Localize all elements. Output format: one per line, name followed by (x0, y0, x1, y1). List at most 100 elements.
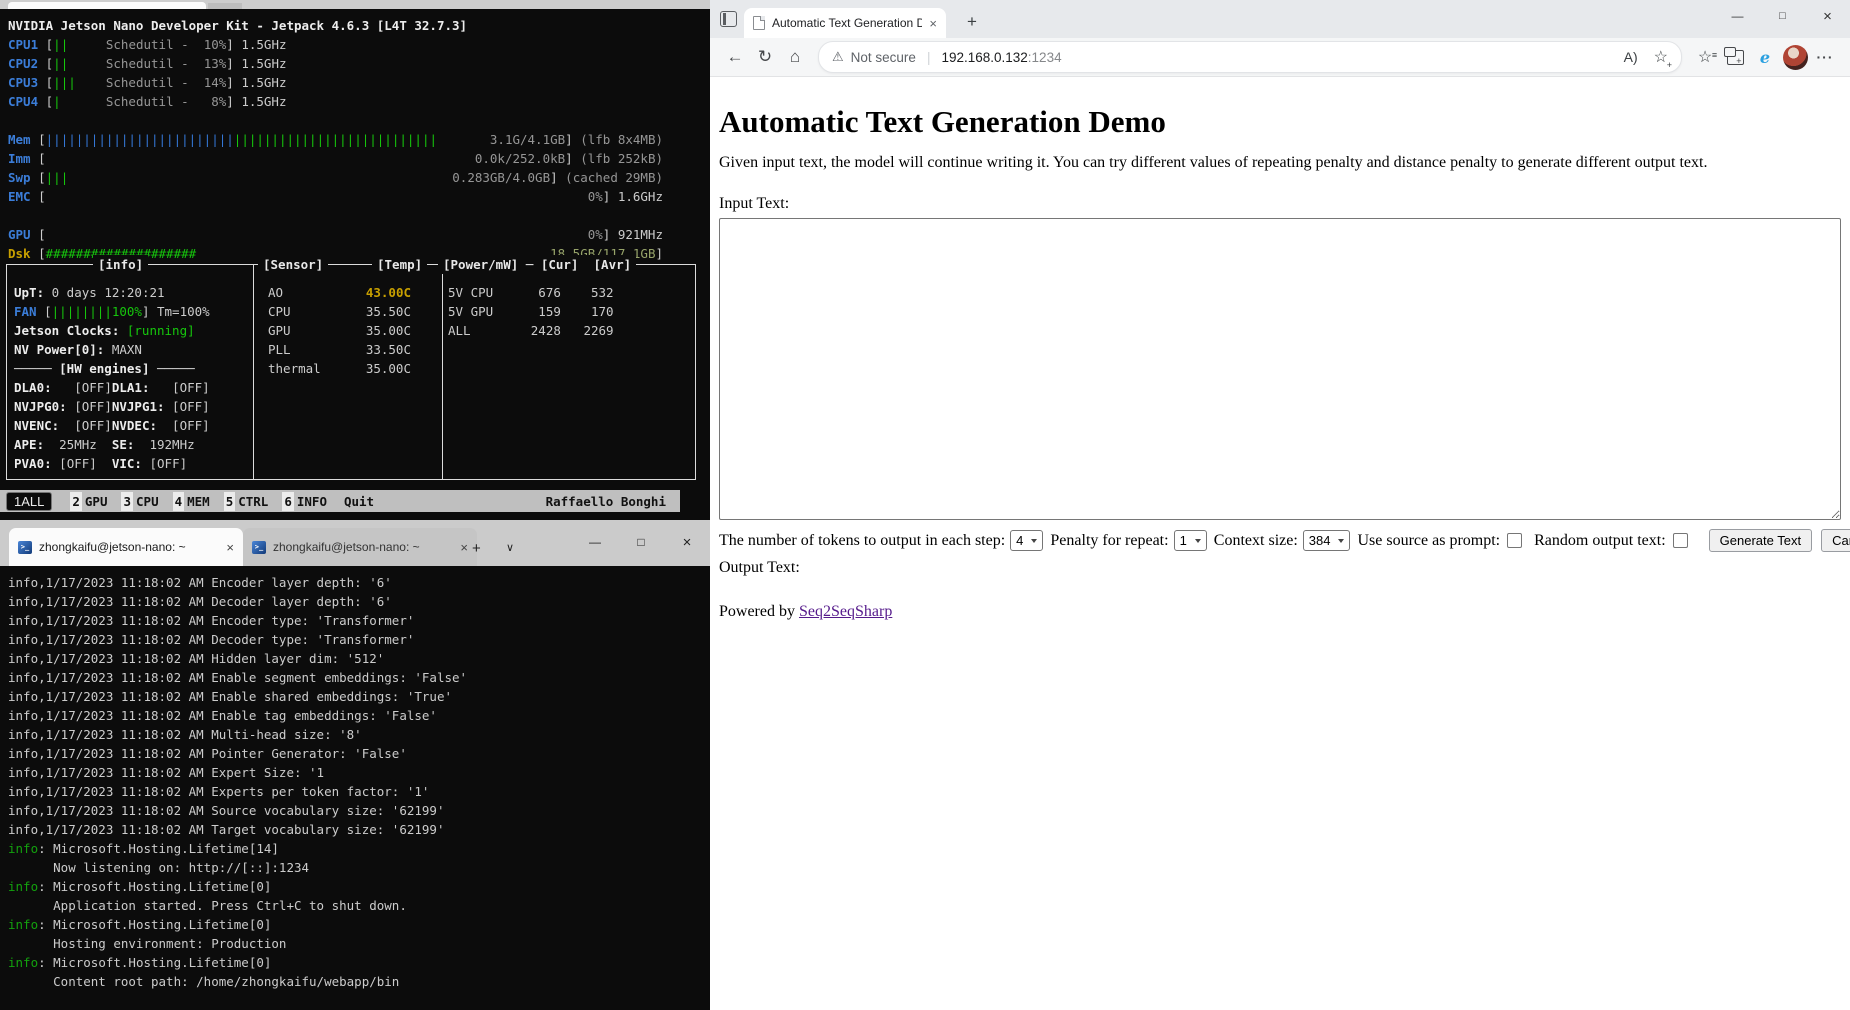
jtop-box-info: UpT: 0 days 12:20:21FAN [||||||||100%] T… (14, 283, 210, 473)
jtop-box-row: DLA0: [OFF]DLA1: [OFF] (14, 378, 210, 397)
terminal-tab[interactable]: >_zhongkaifu@jetson-nano: ~× (9, 528, 243, 566)
jtop-menu-all[interactable]: 1ALL (6, 492, 52, 511)
jtop-box-row: GPU 35.00C (268, 321, 411, 340)
controls-row: The number of tokens to output in each s… (719, 529, 1841, 552)
log-line: info,1/17/2023 11:18:02 AM Decoder layer… (8, 592, 710, 611)
read-aloud-icon[interactable]: A) (1624, 49, 1638, 65)
tab-title: zhongkaifu@jetson-nano: ~ (273, 540, 453, 554)
source-prompt-label: Use source as prompt: (1357, 532, 1500, 550)
jtop-menu-gpu[interactable]: 2GPU (70, 492, 110, 511)
warning-icon: ⚠ (832, 49, 844, 65)
new-tab-button[interactable]: + (958, 8, 986, 36)
log-line: Application started. Press Ctrl+C to shu… (8, 896, 710, 915)
log-line: info: Microsoft.Hosting.Lifetime[0] (8, 915, 710, 934)
jtop-menu-ctrl[interactable]: 5CTRL (224, 492, 272, 511)
jtop-menu-quit[interactable]: Quit (341, 492, 377, 511)
close-button[interactable]: × (1805, 0, 1850, 32)
seq2seqsharp-link[interactable]: Seq2SeqSharp (799, 603, 892, 620)
address-separator: | (927, 50, 931, 65)
log-line: info,1/17/2023 11:18:02 AM Target vocabu… (8, 820, 710, 839)
jtop-line: EMC [0%] 1.6GHz (8, 187, 710, 206)
jtop-line: CPU1 [|| Schedutil - 10%] 1.5GHz (8, 35, 710, 54)
log-line: info: Microsoft.Hosting.Lifetime[14] (8, 839, 710, 858)
jtop-menu-cpu[interactable]: 3CPU (121, 492, 161, 511)
maximize-button[interactable]: □ (618, 520, 664, 564)
temp-col-title: [Temp] (372, 255, 427, 274)
jtop-menu-info[interactable]: 6INFO (282, 492, 330, 511)
jtop-menu-bar: 1ALL 2GPU 3CPU 4MEM 5CTRL 6INFO Quit Raffaello… (0, 490, 680, 512)
jtop-box-row: ───── [HW engines] ───── (14, 359, 210, 378)
log-line: Now listening on: http://[::]:1234 (8, 858, 710, 877)
jtop-line: NVIDIA Jetson Nano Developer Kit - Jetpa… (8, 16, 710, 35)
tab-title: zhongkaifu@jetson-nano: ~ (39, 540, 219, 554)
jtop-box-row: AO 43.00C (268, 283, 411, 302)
browser-tab-strip: Automatic Text Generation Demo × + — □ × (710, 0, 1850, 38)
input-text-label: Input Text: (719, 195, 1841, 213)
back-icon[interactable]: ← (720, 42, 750, 72)
maximize-button[interactable]: □ (1760, 0, 1805, 32)
terminal-tabs: >_zhongkaifu@jetson-nano: ~×>_zhongkaifu… (9, 528, 477, 566)
profile-avatar[interactable] (1780, 42, 1810, 72)
jtop-line (8, 206, 710, 225)
tab-title: Automatic Text Generation Demo (772, 16, 922, 30)
jtop-box-row: ALL 2428 2269 (448, 321, 614, 340)
minimize-button[interactable]: — (1715, 0, 1760, 32)
penalty-select[interactable]: 1 (1174, 530, 1207, 551)
log-line: Hosting environment: Production (8, 934, 710, 953)
output-text-label: Output Text: (719, 559, 1841, 577)
jtop-author: Raffaello Bonghi (546, 494, 666, 509)
jtop-menu-items: 1ALL 2GPU 3CPU 4MEM 5CTRL 6INFO Quit (0, 492, 377, 511)
tokens-select[interactable]: 4 (1010, 530, 1043, 551)
tab-actions-icon[interactable] (720, 11, 737, 27)
tokens-label: The number of tokens to output in each s… (719, 532, 1005, 550)
jtop-window-tabbar (0, 0, 710, 9)
browser-tab[interactable]: Automatic Text Generation Demo × (744, 8, 946, 38)
random-output-checkbox[interactable] (1673, 533, 1688, 548)
context-select[interactable]: 384 (1303, 530, 1351, 551)
ie-mode-icon[interactable]: e (1750, 42, 1780, 72)
jtop-line: Imm [0.0k/252.0kB] (lfb 252kB) (8, 149, 710, 168)
close-button[interactable]: × (664, 520, 710, 564)
refresh-icon[interactable]: ↻ (750, 42, 780, 72)
close-tab-icon[interactable]: × (929, 16, 937, 31)
source-prompt-checkbox[interactable] (1507, 533, 1522, 548)
jtop-box-row: UpT: 0 days 12:20:21 (14, 283, 210, 302)
tab-dropdown-button[interactable]: ∨ (506, 541, 514, 554)
close-tab-icon[interactable]: × (226, 540, 234, 555)
browser-window-controls: — □ × (1715, 0, 1850, 32)
favorites-bar-icon[interactable]: ☆≡ (1690, 42, 1720, 72)
terminal-tab[interactable]: >_zhongkaifu@jetson-nano: ~× (243, 528, 477, 566)
jtop-box-sensor: AO 43.00CCPU 35.50CGPU 35.00CPLL 33.50Ct… (268, 283, 411, 378)
cancel-button[interactable]: Cancel (1821, 529, 1850, 552)
power-col-title: [Power/mW] ─ [Cur] [Avr] (438, 255, 636, 274)
address-bar[interactable]: ⚠ Not secure | 192.168.0.132 :1234 A) ☆+ (818, 41, 1682, 73)
new-tab-button[interactable]: + (472, 540, 481, 557)
collections-icon[interactable] (1720, 42, 1750, 72)
minimize-button[interactable]: — (572, 520, 618, 564)
chevron-down-icon (1195, 539, 1201, 543)
log-line: info,1/17/2023 11:18:02 AM Enable segmen… (8, 668, 710, 687)
close-tab-icon[interactable]: × (460, 540, 468, 555)
terminal-window-controls: — □ × (572, 520, 710, 564)
log-line: info,1/17/2023 11:18:02 AM Enable tag em… (8, 706, 710, 725)
jtop-window-tab[interactable] (8, 2, 206, 9)
jtop-box-row: CPU 35.50C (268, 302, 411, 321)
security-label[interactable]: Not secure (851, 50, 916, 65)
log-line: info,1/17/2023 11:18:02 AM Expert Size: … (8, 763, 710, 782)
generate-text-button[interactable]: Generate Text (1709, 529, 1812, 552)
home-icon[interactable]: ⌂ (780, 42, 810, 72)
jtop-menu-mem[interactable]: 4MEM (173, 492, 213, 511)
context-label: Context size: (1214, 532, 1298, 550)
terminal-tab-bar: >_zhongkaifu@jetson-nano: ~×>_zhongkaifu… (0, 520, 710, 566)
page-favicon (753, 16, 765, 30)
add-favorite-icon[interactable]: ☆+ (1654, 47, 1668, 67)
page-title: Automatic Text Generation Demo (719, 104, 1841, 140)
chevron-down-icon (1338, 539, 1344, 543)
input-textarea[interactable] (719, 218, 1841, 520)
jtop-info-box: [info] [Sensor] [Temp] [Power/mW] ─ [Cur… (6, 264, 696, 480)
sensor-col-title: [Sensor] (258, 255, 328, 274)
page-description: Given input text, the model will continu… (719, 154, 1841, 172)
jtop-box-row: NV Power[0]: MAXN (14, 340, 210, 359)
settings-menu-icon[interactable]: ··· (1810, 42, 1840, 72)
terminal-log: info,1/17/2023 11:18:02 AM Encoder layer… (0, 566, 710, 1010)
